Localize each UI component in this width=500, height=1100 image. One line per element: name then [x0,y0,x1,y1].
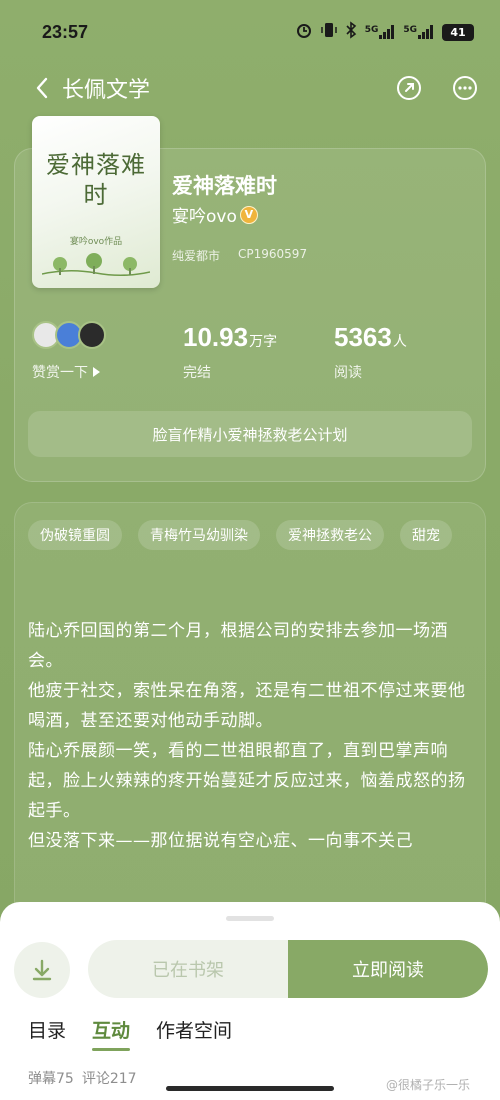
network-type-label: 5G [364,25,379,35]
tag-chip[interactable]: 伪破镜重圆 [28,520,122,550]
verified-badge-icon: V [239,205,258,224]
caret-right-icon [93,367,100,377]
book-title: 爱神落难时 [172,174,277,198]
bottom-sheet: 已在书架 立即阅读 目录 互动 作者空间 弹幕75 评论217 @很橘子乐一乐 [0,902,500,1100]
tag-chip[interactable]: 青梅竹马幼驯染 [138,520,260,550]
author-row[interactable]: 宴吟ovo V [172,202,258,227]
reader-label: 阅读 [334,365,362,381]
synopsis[interactable]: 陆心乔回国的第二个月，根据公司的安排去参加一场酒会。 他疲于社交，索性呆在角落，… [28,616,476,916]
book-meta: 纯爱都市 CP1960597 [172,247,307,264]
more-icon[interactable] [452,75,478,101]
reader-count-value: 5363 [334,322,392,352]
status-bar: 23:57 5G 5G 41 [0,0,500,64]
tag-chip[interactable]: 爱神拯救老公 [276,520,384,550]
danmaku-count[interactable]: 弹幕75 [28,1068,74,1088]
tab-interaction[interactable]: 互动 [92,1016,131,1051]
nav-title: 长佩文学 [62,77,151,102]
word-count: 10.93万字 [183,322,277,353]
alarm-icon [295,21,313,43]
avatar [78,321,106,349]
signal-icon: 5G [365,25,396,39]
battery-icon: 41 [442,23,474,41]
download-icon [32,959,52,981]
share-icon[interactable] [396,75,422,101]
signal-icon-2: 5G [403,25,434,39]
word-count-value: 10.93 [183,322,249,352]
tab-author-space[interactable]: 作者空间 [156,1016,232,1051]
synopsis-paragraph: 陆心乔回国的第二个月，根据公司的安排去参加一场酒会。 [28,621,448,671]
reward-button[interactable]: 赞赏一下 [32,362,100,382]
bluetooth-icon [345,21,357,43]
network-type-label-2: 5G [403,25,417,35]
action-bar: 已在书架 立即阅读 [88,940,488,998]
word-count-unit: 万字 [249,334,278,350]
book-cover[interactable]: 爱神落难时 宴吟ovo作品 [32,116,160,288]
interaction-counts: 弹幕75 评论217 [28,1068,137,1088]
synopsis-paragraph: 但没落下来——那位据说有空心症、一向事不关己 [28,831,413,851]
tag-chip[interactable]: 甜宠 [400,520,452,550]
bottom-tabs: 目录 互动 作者空间 [28,1016,232,1051]
sheet-grabber[interactable] [226,916,274,921]
home-indicator[interactable] [166,1086,334,1091]
reward-label: 赞赏一下 [32,365,88,381]
tab-catalog[interactable]: 目录 [28,1016,66,1051]
watermark: @很橘子乐一乐 [386,1078,471,1092]
top-nav-bar: 长佩文学 [0,66,500,110]
reader-count-unit: 人 [392,334,407,350]
book-category: 纯爱都市 [172,249,221,263]
in-bookshelf-button[interactable]: 已在书架 [88,940,288,998]
author-name[interactable]: 宴吟ovo [172,202,237,227]
synopsis-paragraph: 他疲于社交，索性呆在角落，还是有二世祖不停过来要他喝酒，甚至还要对他动手动脚。 [28,681,466,731]
cover-trees-illustration [42,253,150,276]
read-now-button[interactable]: 立即阅读 [288,940,488,998]
tag-list: 伪破镜重圆 青梅竹马幼驯染 爱神拯救老公 甜宠 [28,520,468,550]
cover-title: 爱神落难时 [46,151,146,209]
download-button[interactable] [14,942,70,998]
cover-author: 宴吟ovo作品 [69,237,123,247]
chevron-left-icon[interactable] [30,76,54,100]
reader-count: 5363人 [334,322,407,353]
reward-avatars[interactable] [32,321,106,349]
book-cp-id: CP1960597 [238,247,308,261]
status-time: 23:57 [42,21,89,42]
vibrate-icon [320,21,337,43]
book-slogan: 脸盲作精小爱神拯救老公计划 [28,411,472,457]
comment-count[interactable]: 评论217 [82,1068,137,1088]
synopsis-paragraph: 陆心乔展颜一笑，看的二世祖眼都直了，直到巴掌声响起，脸上火辣辣的疼开始蔓延才反应… [28,741,466,821]
system-icons: 5G 5G 41 [295,21,474,43]
status-label: 完结 [183,365,211,381]
